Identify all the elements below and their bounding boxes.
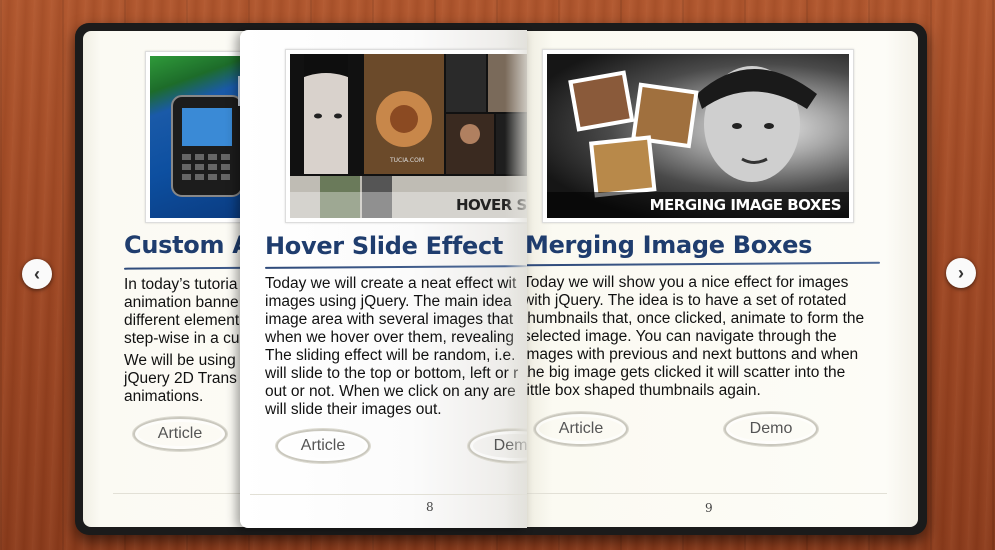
page-number: 8 <box>426 500 434 514</box>
merging-image-boxes-thumbnail: MERGING IMAGE BOXES <box>547 54 849 218</box>
prev-page-button[interactable]: ‹ <box>22 259 52 289</box>
title-underline <box>264 265 527 269</box>
article-description: Today we will show you a nice effect for… <box>523 274 865 399</box>
article-title: Merging Image Boxes <box>525 231 813 259</box>
chevron-right-icon: › <box>958 262 964 283</box>
page-number: 9 <box>705 501 713 515</box>
article-description: Today we will create a neat effect wit i… <box>265 275 519 418</box>
hover-slide-thumbnail: TUCIA.COM HOVER SLID <box>290 54 527 218</box>
flipping-page[interactable]: TUCIA.COM HOVER SLID Hover Slide Effect … <box>240 30 527 528</box>
next-page-button[interactable]: › <box>946 258 976 288</box>
title-underline <box>524 261 881 267</box>
svg-text:TUCIA.COM: TUCIA.COM <box>389 157 424 164</box>
thumbnail-caption: MERGING IMAGE BOXES <box>649 196 842 214</box>
page-fold-shadow <box>505 30 527 528</box>
article-button[interactable]: Article <box>133 417 227 451</box>
chevron-left-icon: ‹ <box>34 263 40 284</box>
demo-button[interactable]: Demo <box>724 412 818 446</box>
article-thumbnail[interactable]: TUCIA.COM HOVER SLID <box>285 49 527 223</box>
right-page: MERGING IMAGE BOXES Merging Image Boxes … <box>512 31 918 527</box>
article-button[interactable]: Article <box>534 412 628 446</box>
article-description: In today’s tutoria animation banne diffe… <box>124 276 240 405</box>
article-title: Hover Slide Effect <box>265 232 504 260</box>
article-thumbnail[interactable]: MERGING IMAGE BOXES <box>542 49 854 223</box>
footer-divider <box>512 493 887 494</box>
article-button[interactable]: Article <box>276 429 370 463</box>
article-title: Custom A <box>124 231 251 259</box>
footer-divider <box>250 494 527 495</box>
